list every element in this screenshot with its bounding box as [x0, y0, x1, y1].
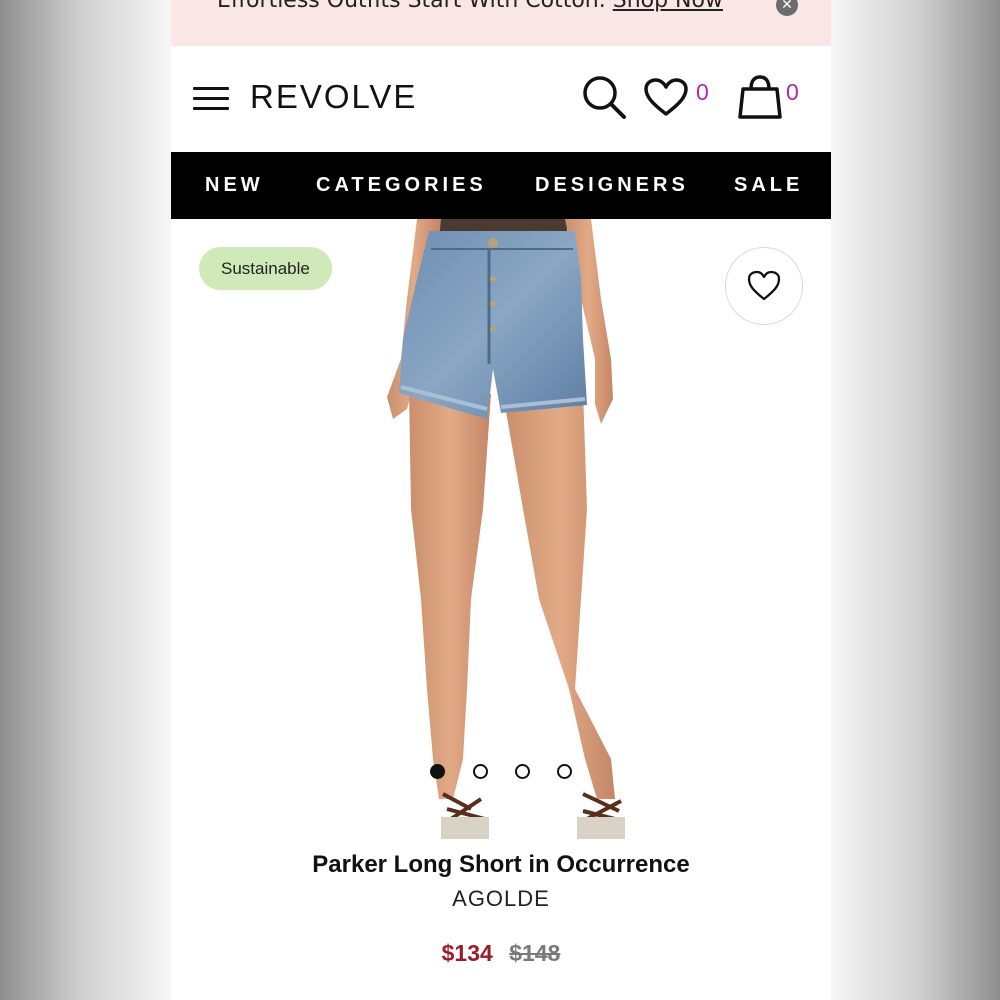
product-price: $134 $148	[171, 940, 831, 967]
product-brand[interactable]: AGOLDE	[171, 886, 831, 912]
wishlist-count: 0	[696, 79, 709, 105]
product-photo	[387, 219, 625, 839]
carousel-dot-2[interactable]	[473, 764, 488, 779]
site-header: REVOLVE 0 0	[171, 46, 831, 152]
heart-icon[interactable]	[643, 78, 689, 118]
carousel-dots	[171, 764, 831, 784]
sustainable-badge: Sustainable	[199, 247, 332, 290]
carousel-dot-4[interactable]	[557, 764, 572, 779]
menu-icon[interactable]	[193, 87, 229, 111]
main-nav: NEW CATEGORIES DESIGNERS SALE	[171, 152, 831, 219]
heart-outline-icon	[747, 270, 781, 301]
close-icon[interactable]: ✕	[776, 0, 798, 16]
nav-item-designers[interactable]: DESIGNERS	[535, 174, 689, 197]
nav-item-sale[interactable]: SALE	[734, 174, 803, 197]
promo-shop-now-link[interactable]: Shop Now	[613, 0, 723, 13]
carousel-dot-3[interactable]	[515, 764, 530, 779]
product-image-carousel[interactable]: Sustainable	[171, 219, 831, 839]
promo-message: Effortless Outfits Start With Cotton.	[217, 0, 606, 13]
bag-icon[interactable]	[737, 74, 783, 120]
nav-item-categories[interactable]: CATEGORIES	[316, 174, 487, 197]
bag-count: 0	[786, 79, 799, 105]
add-to-wishlist-button[interactable]	[725, 247, 803, 325]
sale-price: $134	[441, 940, 493, 966]
site-logo[interactable]: REVOLVE	[250, 78, 417, 116]
phone-screen: Effortless Outfits Start With Cotton. Sh…	[171, 0, 831, 1000]
original-price: $148	[509, 940, 561, 966]
carousel-dot-1[interactable]	[430, 764, 445, 779]
product-name: Parker Long Short in Occurrence	[312, 851, 690, 878]
promo-banner: Effortless Outfits Start With Cotton. Sh…	[171, 0, 831, 46]
search-icon[interactable]	[581, 74, 627, 120]
promo-text-row: Effortless Outfits Start With Cotton. Sh…	[217, 0, 723, 13]
nav-item-new[interactable]: NEW	[205, 174, 264, 197]
